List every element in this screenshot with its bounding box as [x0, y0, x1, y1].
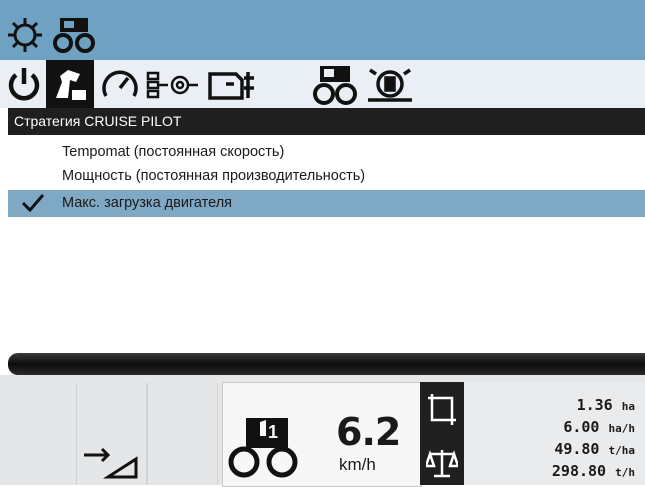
tractor-settings-icon[interactable] [312, 62, 358, 106]
speed-unit: km/h [339, 455, 376, 474]
stats-icon-column [420, 382, 464, 485]
cruise-pilot-icon[interactable] [46, 60, 94, 108]
stats-panel: 1.36 ha 6.00 ha/h 49.80 t/ha 298.80 t/h [464, 382, 645, 485]
stat-yield: 49.80 t/ha [554, 440, 635, 458]
tractor-icon[interactable] [52, 14, 96, 54]
power-icon[interactable] [4, 64, 44, 104]
stat-throughput: 298.80 t/h [551, 462, 635, 480]
list-item-power[interactable]: Мощность (постоянная производительность) [8, 163, 645, 190]
stat-area-rate: 6.00 ha/h [563, 418, 635, 436]
scrollbar[interactable] [8, 353, 645, 375]
engine-icon[interactable] [206, 64, 258, 104]
stat-area: 1.36 ha [576, 396, 635, 414]
menu-title-bar: Стратегия CRUISE PILOT [8, 108, 645, 135]
top-bar [0, 0, 645, 60]
tractor-1-icon[interactable]: 1 [226, 412, 306, 482]
status-cell [146, 383, 218, 485]
list-item-label: Макс. загрузка двигателя [62, 195, 233, 211]
weighing-scale-icon[interactable] [426, 446, 458, 482]
speed-value: 6.2 [336, 410, 401, 454]
strategy-list: Tempomat (постоянная скорость) Мощность … [8, 135, 645, 353]
gear-icon[interactable] [6, 16, 44, 54]
menu-title: Стратегия CRUISE PILOT [14, 113, 182, 129]
speedometer-icon[interactable] [100, 66, 140, 102]
gearbox-icon[interactable] [146, 70, 200, 100]
implement-depth-icon[interactable] [80, 445, 140, 481]
list-item-label: Tempomat (постоянная скорость) [62, 144, 285, 160]
list-item-label: Мощность (постоянная производительность) [62, 168, 366, 184]
field-area-icon[interactable] [426, 392, 458, 428]
list-item-tempomat[interactable]: Tempomat (постоянная скорость) [8, 139, 645, 166]
toolbar [0, 60, 645, 108]
list-item-max-engine-load[interactable]: Макс. загрузка двигателя [8, 190, 645, 217]
svg-text:1: 1 [268, 422, 278, 442]
tire-pressure-icon[interactable] [364, 64, 416, 104]
checkmark-icon [21, 194, 45, 217]
